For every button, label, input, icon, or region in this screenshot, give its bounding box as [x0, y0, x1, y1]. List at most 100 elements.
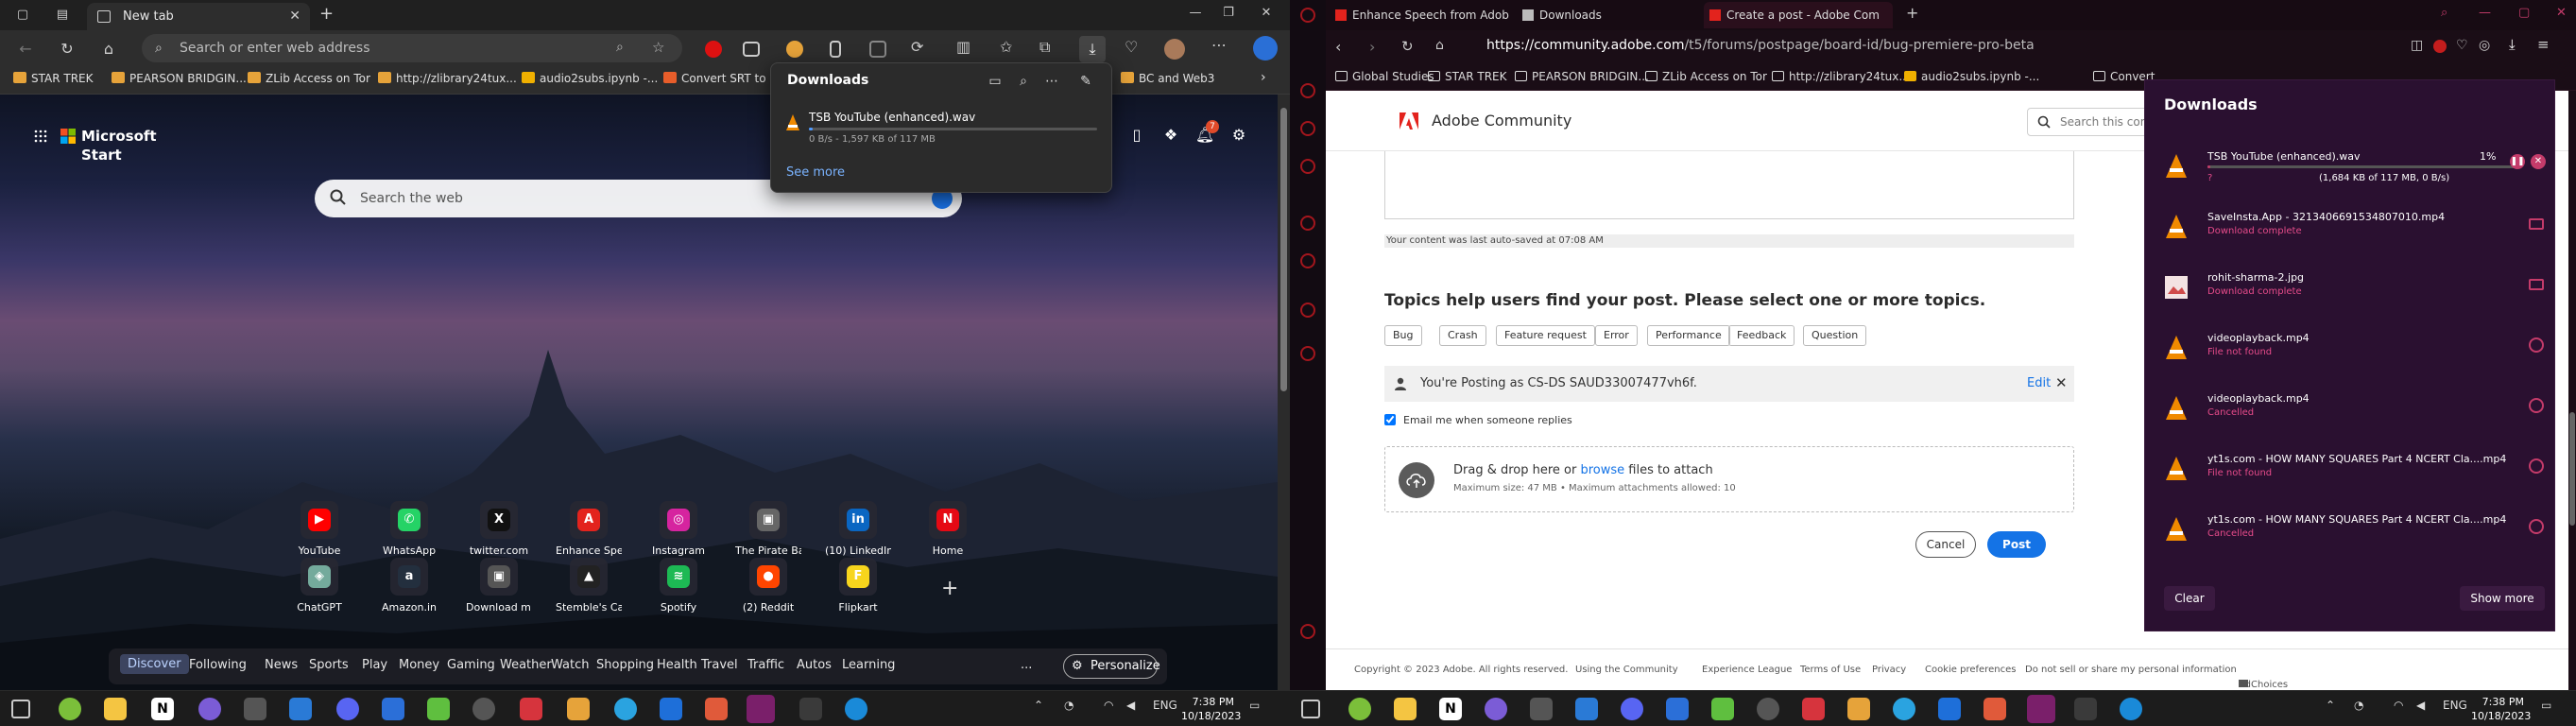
- app-launcher-icon[interactable]: [34, 130, 47, 143]
- tray-network-icon[interactable]: ◔: [2354, 699, 2363, 712]
- opera-profile-icon[interactable]: ◎: [2479, 38, 2490, 53]
- opera-gx-icon[interactable]: [2027, 695, 2055, 723]
- topic-chip[interactable]: Bug: [1384, 325, 1422, 346]
- sidebar-gx-corner-icon[interactable]: [1300, 121, 1315, 136]
- pin-icon[interactable]: ✎: [1075, 71, 1096, 92]
- feed-tab[interactable]: Shopping: [596, 658, 654, 672]
- opera-bookmark-3[interactable]: ZLib Access on Tor: [1645, 70, 1767, 83]
- lang-indicator[interactable]: ENG: [2443, 699, 2467, 712]
- sidebar-downloads-icon[interactable]: [1300, 253, 1315, 268]
- app-icon-3[interactable]: [244, 698, 266, 720]
- app-icon-9[interactable]: [2074, 698, 2097, 720]
- notification-center-icon[interactable]: ▭: [1249, 699, 1260, 712]
- footer-link[interactable]: Do not sell or share my personal informa…: [2025, 665, 2237, 675]
- app-icon-7[interactable]: [1847, 698, 1870, 720]
- trello-icon[interactable]: [660, 698, 682, 720]
- refresh-icon[interactable]: ↻: [57, 39, 77, 60]
- footer-link[interactable]: Cookie preferences: [1925, 665, 2016, 675]
- feed-tab[interactable]: Travel: [701, 658, 738, 672]
- quick-link-tile[interactable]: ◈ ChatGPT: [286, 558, 352, 614]
- file-explorer-icon[interactable]: [104, 698, 127, 720]
- open-folder-icon[interactable]: [2529, 279, 2544, 290]
- opera-forward-icon[interactable]: ›: [1369, 38, 1375, 56]
- tray-wifi-icon[interactable]: ◠: [1104, 699, 1113, 712]
- opera-minimize-button[interactable]: —: [2479, 6, 2491, 20]
- sidebar-twitch-icon[interactable]: [1300, 159, 1315, 174]
- feed-more-button[interactable]: ...: [1021, 658, 1032, 672]
- notifications-icon[interactable]: 🔔︎ 7: [1194, 120, 1219, 147]
- opera-sitelock-icon[interactable]: ⌂: [1435, 38, 1444, 53]
- discord-icon[interactable]: [1621, 698, 1643, 720]
- feed-tab[interactable]: Health: [657, 658, 697, 672]
- footer-link[interactable]: Privacy: [1872, 665, 1906, 675]
- app-icon-5[interactable]: [1757, 698, 1779, 720]
- close-icon[interactable]: ✕: [2055, 374, 2068, 391]
- downloads-icon[interactable]: ⤓: [1079, 36, 1106, 62]
- home-icon[interactable]: ⌂: [98, 39, 119, 60]
- opera-menu-icon[interactable]: ≡: [2537, 36, 2550, 53]
- close-window-button[interactable]: ✕: [1247, 6, 1285, 20]
- retry-icon[interactable]: [2529, 398, 2544, 413]
- topic-chip[interactable]: Error: [1595, 325, 1638, 346]
- tray-network-icon[interactable]: ◔: [1064, 699, 1073, 712]
- opera-gx-icon[interactable]: [747, 695, 775, 723]
- show-more-button[interactable]: Show more: [2460, 586, 2545, 611]
- extension-phone-icon[interactable]: [830, 41, 841, 58]
- opera-adblock-icon[interactable]: [2433, 40, 2447, 53]
- add-site-button[interactable]: +: [941, 577, 958, 600]
- topic-chip[interactable]: Crash: [1439, 325, 1486, 346]
- quick-link-tile[interactable]: ◎ Instagram: [645, 501, 712, 557]
- quick-link-tile[interactable]: N Home: [915, 501, 981, 557]
- footer-link[interactable]: Terms of Use: [1800, 665, 1861, 675]
- app-icon-4[interactable]: [1711, 698, 1734, 720]
- bookmark-0[interactable]: STAR TREK: [13, 72, 94, 85]
- browser-essentials-icon[interactable]: ♡: [1125, 38, 1145, 59]
- copilot-icon[interactable]: [1253, 36, 1278, 60]
- back-icon[interactable]: ←: [15, 39, 36, 60]
- zoom-icon[interactable]: ⌕: [616, 40, 624, 55]
- telegram-icon[interactable]: [614, 698, 637, 720]
- footer-link[interactable]: Using the Community: [1575, 665, 1678, 675]
- pause-icon[interactable]: ❚❚: [2510, 154, 2525, 169]
- quick-link-tile[interactable]: F Flipkart: [825, 558, 891, 614]
- quick-link-tile[interactable]: in (10) LinkedIn: [825, 501, 891, 557]
- opera-bookmark-5[interactable]: audio2subs.ipynb -...: [1904, 70, 2039, 83]
- opera-tab-2[interactable]: Create a post - Adobe Com: [1704, 2, 1893, 28]
- edit-link[interactable]: Edit: [2027, 376, 2051, 390]
- app-icon-3[interactable]: [1530, 698, 1553, 720]
- download-item[interactable]: SaveInsta.App - 3213406691534807010.mp4 D…: [2158, 207, 2546, 260]
- feed-tab[interactable]: Sports: [309, 658, 349, 672]
- favorites-icon[interactable]: ✩: [1000, 38, 1021, 59]
- bookmark-3[interactable]: http://zlibrary24tux...: [378, 72, 517, 85]
- opera-logo-icon[interactable]: [1300, 8, 1315, 23]
- quick-link-tile[interactable]: ≋ Spotify: [645, 558, 712, 614]
- cancel-download-icon[interactable]: ✕: [2531, 154, 2546, 169]
- app-icon-8[interactable]: [1984, 698, 2006, 720]
- app-icon-5[interactable]: [472, 698, 495, 720]
- edge-icon[interactable]: [845, 698, 867, 720]
- todo-icon[interactable]: [1666, 698, 1689, 720]
- quick-link-tile[interactable]: ▣ Download m...: [466, 558, 532, 614]
- bookmark-2[interactable]: ZLib Access on Tor: [248, 72, 370, 85]
- app-icon-2[interactable]: [1485, 698, 1507, 720]
- opera-new-tab-button[interactable]: +: [1906, 4, 1918, 22]
- download-item[interactable]: videoplayback.mp4 File not found: [2158, 328, 2546, 381]
- opera-bookmark-1[interactable]: STAR TREK: [1428, 70, 1507, 83]
- restore-button[interactable]: ❐: [1210, 6, 1247, 20]
- download-item[interactable]: yt1s.com - HOW MANY SQUARES Part 4 NCERT…: [2158, 449, 2546, 502]
- split-screen-icon[interactable]: ▥: [956, 38, 977, 59]
- discord-icon[interactable]: [336, 698, 359, 720]
- quick-link-tile[interactable]: A Enhance Spe...: [556, 501, 622, 557]
- feed-tab[interactable]: Discover: [120, 654, 189, 674]
- opera-reload-icon[interactable]: ↻: [1401, 38, 1414, 55]
- opera-bookmark-0[interactable]: Global Studies: [1335, 70, 1434, 83]
- topic-chip[interactable]: Performance: [1647, 325, 1730, 346]
- feed-tab[interactable]: Following: [189, 658, 247, 672]
- bookmarks-overflow-icon[interactable]: ›: [1261, 70, 1266, 85]
- feed-tab[interactable]: Autos: [797, 658, 832, 672]
- edge-scrollbar[interactable]: [1278, 95, 1290, 690]
- more-menu-icon[interactable]: ⋯: [1211, 36, 1232, 57]
- app-icon-7[interactable]: [567, 698, 590, 720]
- favorite-star-icon[interactable]: ☆: [652, 39, 664, 56]
- feed-tab[interactable]: Money: [399, 658, 439, 672]
